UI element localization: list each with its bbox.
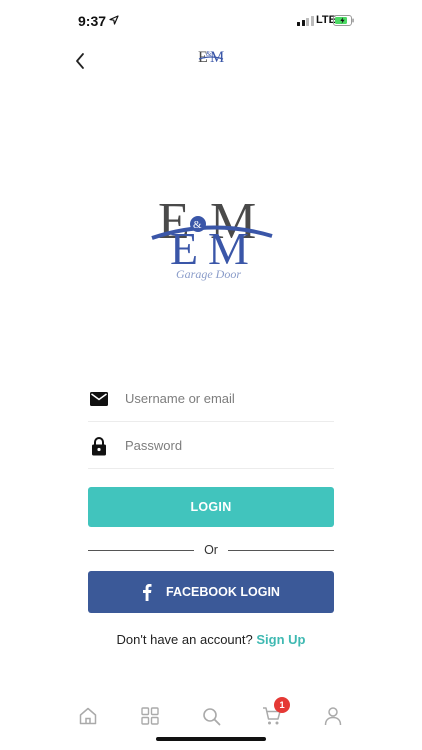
tab-bar [0, 700, 422, 732]
or-label: Or [204, 543, 218, 557]
username-input[interactable] [125, 391, 315, 406]
svg-text:Garage Door: Garage Door [176, 267, 241, 281]
password-field [88, 423, 334, 469]
svg-text:&: & [193, 219, 202, 231]
facebook-icon [143, 584, 152, 601]
location-arrow-icon [109, 15, 119, 25]
search-icon [202, 707, 220, 725]
profile-icon [324, 707, 342, 726]
grid-icon [141, 707, 159, 725]
home-indicator[interactable] [156, 737, 266, 741]
tab-profile[interactable] [321, 704, 345, 728]
username-field [88, 376, 334, 422]
signup-prompt: Don't have an account? [116, 632, 253, 647]
home-icon [79, 707, 97, 725]
tab-home[interactable] [76, 704, 100, 728]
divider-line-left [88, 549, 195, 551]
signup-row: Don't have an account? Sign Up [0, 632, 422, 647]
status-time: 9:37 [78, 13, 107, 29]
facebook-login-button[interactable]: FACEBOOK LOGIN [88, 571, 334, 613]
back-button[interactable] [66, 46, 94, 76]
status-bar: 9:37 LTE [0, 0, 422, 44]
mail-icon [88, 388, 110, 410]
tab-categories[interactable] [138, 704, 162, 728]
signup-link[interactable]: Sign Up [256, 632, 305, 647]
signal-icon [297, 16, 314, 26]
battery-icon [333, 15, 354, 26]
facebook-login-label: FACEBOOK LOGIN [166, 585, 280, 599]
lock-icon [88, 435, 110, 457]
or-divider: Or [88, 542, 335, 558]
password-input[interactable] [125, 438, 315, 453]
tab-search[interactable] [199, 704, 223, 728]
brand-logo: E M E M & Garage Door [151, 193, 273, 281]
divider-line-right [227, 549, 335, 551]
login-button[interactable]: LOGIN [88, 487, 334, 527]
header-logo: E M & [198, 49, 224, 66]
cart-badge: 1 [274, 697, 290, 713]
chevron-left-icon [76, 53, 84, 69]
